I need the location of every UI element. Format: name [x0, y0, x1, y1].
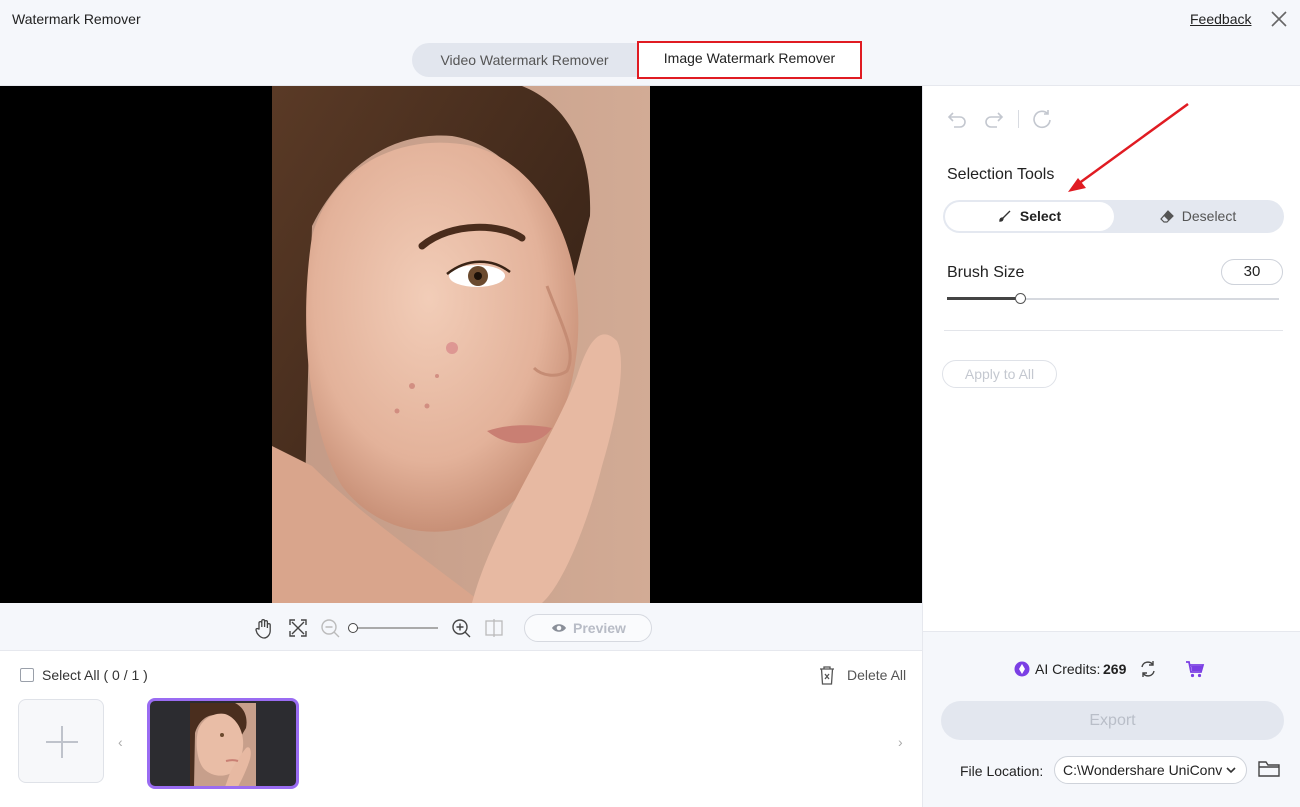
- ai-credits-icon: [1014, 661, 1030, 677]
- ai-credits-value: 269: [1103, 661, 1127, 677]
- delete-all-label: Delete All: [847, 667, 907, 683]
- mode-tabs: Video Watermark Remover Image Watermark …: [412, 41, 862, 79]
- chevron-right-icon[interactable]: ›: [898, 734, 903, 750]
- refresh-icon[interactable]: [1138, 659, 1158, 679]
- panel-divider: [944, 330, 1283, 331]
- brush-size-label: Brush Size: [947, 264, 1025, 281]
- preview-photo: [272, 86, 650, 603]
- apply-to-all-button[interactable]: Apply to All: [942, 360, 1057, 388]
- hand-icon[interactable]: [253, 617, 275, 639]
- select-tool-button[interactable]: Select: [945, 202, 1114, 231]
- close-icon[interactable]: [1268, 8, 1290, 30]
- selection-tool-toggle: Select Deselect: [943, 200, 1284, 233]
- image-canvas[interactable]: [0, 86, 922, 603]
- zoom-slider-handle[interactable]: [348, 623, 358, 633]
- redo-icon[interactable]: [983, 108, 1005, 130]
- zoom-in-icon[interactable]: [450, 617, 472, 639]
- eraser-icon: [1159, 210, 1174, 223]
- app-title: Watermark Remover: [12, 11, 141, 27]
- reset-icon[interactable]: [1031, 108, 1053, 130]
- preview-button[interactable]: Preview: [524, 614, 652, 642]
- feedback-link[interactable]: Feedback: [1190, 11, 1251, 27]
- chevron-left-icon[interactable]: ‹: [118, 734, 123, 750]
- zoom-slider-track[interactable]: [352, 627, 438, 629]
- select-all-label: Select All ( 0 / 1 ): [42, 667, 148, 683]
- undo-icon[interactable]: [946, 108, 968, 130]
- folder-icon[interactable]: [1258, 760, 1280, 778]
- zoom-out-icon[interactable]: [319, 617, 341, 639]
- compare-icon[interactable]: [483, 617, 505, 639]
- brush-size-input[interactable]: 30: [1221, 259, 1283, 285]
- brush-size-fill: [947, 297, 1021, 300]
- thumbnail-photo: [190, 703, 256, 786]
- export-button[interactable]: Export: [941, 701, 1284, 740]
- file-thumbnail[interactable]: [147, 698, 299, 789]
- eye-icon: [552, 624, 566, 632]
- selection-tools-title: Selection Tools: [947, 166, 1055, 183]
- ai-credits-label: AI Credits:: [1035, 661, 1101, 677]
- deselect-tool-label: Deselect: [1181, 208, 1237, 224]
- history-divider: [1018, 110, 1019, 128]
- chevron-down-icon: [1226, 767, 1236, 774]
- cart-icon[interactable]: [1185, 659, 1205, 679]
- brush-size-handle[interactable]: [1015, 293, 1027, 304]
- select-tool-label: Select: [1019, 208, 1062, 224]
- brush-icon: [999, 210, 1011, 222]
- plus-icon: [46, 726, 78, 758]
- preview-label: Preview: [573, 620, 626, 636]
- deselect-tool-button[interactable]: Deselect: [1114, 202, 1282, 231]
- file-location-select[interactable]: C:\Wondershare UniConv: [1054, 756, 1247, 784]
- tab-image-watermark-remover[interactable]: Image Watermark Remover: [637, 41, 862, 79]
- delete-all-button[interactable]: Delete All: [818, 665, 906, 687]
- tab-video-watermark-remover[interactable]: Video Watermark Remover: [412, 43, 637, 77]
- fit-screen-icon[interactable]: [287, 617, 309, 639]
- trash-icon: [820, 666, 834, 685]
- add-file-button[interactable]: [18, 699, 104, 783]
- title-bar: Watermark Remover Feedback Video Waterma…: [0, 0, 1300, 86]
- file-location-value: C:\Wondershare UniConv: [1063, 762, 1223, 778]
- file-location-label: File Location:: [960, 763, 1044, 779]
- select-all-checkbox[interactable]: [20, 668, 34, 682]
